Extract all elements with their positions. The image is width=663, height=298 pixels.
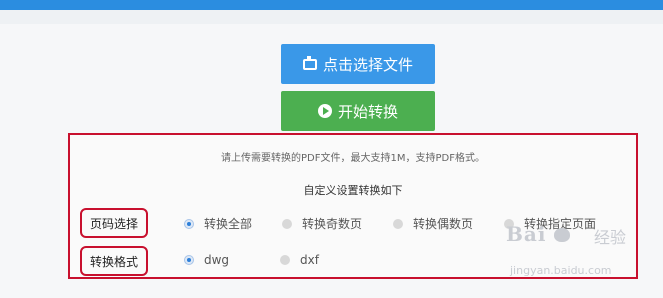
page-selection-label: 页码选择 — [80, 208, 148, 238]
radio-convert-all[interactable]: 转换全部 — [184, 215, 252, 232]
radio-unselected-icon[interactable] — [393, 218, 403, 229]
option-label: 转换偶数页 — [413, 217, 474, 231]
radio-even-pages[interactable]: 转换偶数页 — [393, 215, 473, 232]
start-convert-label: 开始转换 — [337, 102, 398, 121]
radio-specific-pages[interactable]: 转换指定页面 — [504, 215, 596, 232]
choose-file-label: 点击选择文件 — [322, 55, 413, 74]
output-format-row: 转换格式 dwg dxf — [70, 246, 636, 276]
radio-odd-pages[interactable]: 转换奇数页 — [282, 215, 362, 232]
choose-file-button[interactable]: 点击选择文件 — [281, 44, 435, 84]
option-label: 转换奇数页 — [302, 217, 363, 231]
upload-notice: 请上传需要转换的PDF文件，最大支持1M，支持PDF格式。 — [221, 153, 485, 164]
play-icon — [317, 104, 332, 118]
option-label: dwg — [204, 253, 230, 267]
top-banner — [0, 0, 663, 10]
option-label: 转换全部 — [204, 217, 253, 231]
folder-icon — [302, 55, 317, 70]
option-label: dxf — [300, 253, 319, 267]
radio-unselected-icon[interactable] — [280, 255, 290, 265]
conversion-options-panel: 请上传需要转换的PDF文件，最大支持1M，支持PDF格式。 自定义设置转换如下 … — [68, 133, 638, 279]
radio-format-dwg[interactable]: dwg — [184, 253, 229, 267]
radio-selected-icon[interactable] — [184, 255, 194, 265]
page-selection-row: 页码选择 转换全部 转换奇数页 转换偶数页 转换指定页面 — [70, 208, 636, 238]
radio-unselected-icon[interactable] — [282, 218, 292, 229]
header-band — [0, 10, 663, 24]
radio-selected-icon[interactable] — [184, 218, 194, 229]
radio-unselected-icon[interactable] — [504, 218, 514, 229]
custom-settings-title: 自定义设置转换如下 — [303, 184, 403, 197]
option-label: 转换指定页面 — [524, 217, 597, 231]
radio-format-dxf[interactable]: dxf — [280, 253, 319, 267]
start-convert-button[interactable]: 开始转换 — [281, 91, 435, 131]
output-format-label: 转换格式 — [80, 246, 148, 276]
